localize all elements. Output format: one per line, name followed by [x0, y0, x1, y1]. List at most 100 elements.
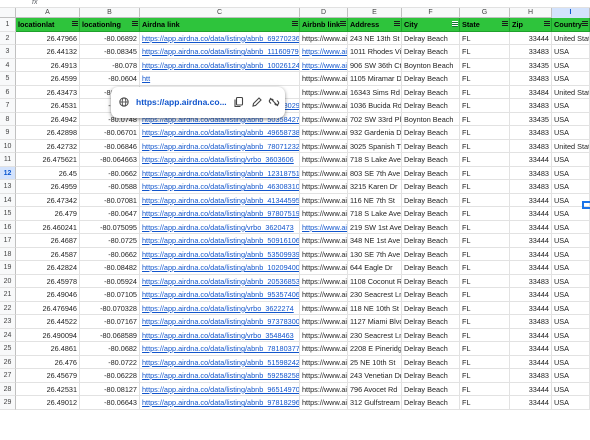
cell-country[interactable]: USA [552, 180, 590, 194]
cell-zip[interactable]: 33435 [510, 58, 552, 72]
row-number[interactable]: 16 [0, 220, 16, 234]
cell-address[interactable]: 718 S Lake Ave [348, 153, 402, 167]
cell-zip[interactable]: 33444 [510, 355, 552, 369]
cell-airdna[interactable]: https://app.airdna.co/data/listing/abnb_… [140, 234, 300, 248]
cell-state[interactable]: FL [460, 247, 510, 261]
cell-lng[interactable]: -80.05924 [80, 274, 140, 288]
cell-state[interactable]: FL [460, 139, 510, 153]
cell-lat[interactable]: 26.4599 [16, 72, 80, 86]
row-number[interactable]: 26 [0, 355, 16, 369]
cell-airbnb[interactable]: https://www.airbn [300, 274, 348, 288]
column-header-g[interactable]: G [460, 8, 510, 18]
cell-address[interactable]: 796 Avocet Rd [348, 382, 402, 396]
cell-zip[interactable]: 33444 [510, 153, 552, 167]
filter-icon[interactable] [394, 21, 400, 27]
formula-bar[interactable]: fx [0, 0, 590, 8]
cell-airbnb[interactable]: https://www.airbn [300, 382, 348, 396]
row-number[interactable]: 12 [0, 166, 16, 180]
cell-airdna[interactable]: htt [140, 72, 300, 86]
cell-airbnb[interactable]: https://www.airbn [300, 139, 348, 153]
row-number[interactable]: 2 [0, 31, 16, 45]
cell-lat[interactable]: 26.476946 [16, 301, 80, 315]
filter-icon[interactable] [292, 21, 298, 27]
cell-lng[interactable]: -80.08482 [80, 261, 140, 275]
spreadsheet-grid[interactable]: ABCDEFGHI 1 locationlat locationlng Airdna … [0, 8, 590, 440]
cell-address[interactable]: 116 NE 7th St [348, 193, 402, 207]
cell-airbnb[interactable]: https://www.airbn [300, 193, 348, 207]
cell-airbnb[interactable]: https://www.airbn [300, 247, 348, 261]
column-header-d[interactable]: D [300, 8, 348, 18]
cell-lat[interactable]: 26.479 [16, 207, 80, 221]
cell-zip[interactable]: 33483 [510, 72, 552, 86]
cell-airdna[interactable]: https://app.airdna.co/data/listing/abnb_… [140, 180, 300, 194]
cell-lat[interactable]: 26.4942 [16, 112, 80, 126]
row-number[interactable]: 1 [0, 18, 16, 32]
header-cell-locationlat[interactable]: locationlat [16, 18, 80, 32]
cell-state[interactable]: FL [460, 180, 510, 194]
header-cell-zip[interactable]: Zip [510, 18, 552, 32]
cell-country[interactable]: USA [552, 153, 590, 167]
cell-state[interactable]: FL [460, 126, 510, 140]
cell-lat[interactable]: 26.4959 [16, 180, 80, 194]
cell-lng[interactable]: -80.070328 [80, 301, 140, 315]
cell-zip[interactable]: 33483 [510, 369, 552, 383]
cell-state[interactable]: FL [460, 288, 510, 302]
cell-zip[interactable]: 33444 [510, 207, 552, 221]
cell-airbnb[interactable]: https://www.airbn [300, 220, 348, 234]
cell-airdna[interactable]: https://app.airdna.co/data/listing/abnb_… [140, 355, 300, 369]
cell-address[interactable]: 702 SW 33rd Pl [348, 112, 402, 126]
cell-city[interactable]: Delray Beach [402, 315, 460, 329]
copy-icon[interactable] [233, 96, 245, 108]
cell-address[interactable]: 230 Seacrest Ln [348, 288, 402, 302]
unlink-icon[interactable] [268, 96, 280, 108]
cell-zip[interactable]: 33483 [510, 315, 552, 329]
cell-lng[interactable]: -80.075095 [80, 220, 140, 234]
cell-zip[interactable]: 33483 [510, 126, 552, 140]
cell-country[interactable]: USA [552, 396, 590, 410]
cell-city[interactable]: Delray Beach [402, 247, 460, 261]
cell-lng[interactable]: -80.078 [80, 58, 140, 72]
cell-zip[interactable]: 33444 [510, 193, 552, 207]
cell-lng[interactable]: -80.0682 [80, 342, 140, 356]
cell-city[interactable]: Delray Beach [402, 153, 460, 167]
cell-address[interactable]: 219 SW 1st Ave [348, 220, 402, 234]
row-number[interactable]: 6 [0, 85, 16, 99]
select-all-corner[interactable] [0, 8, 16, 18]
row-number[interactable]: 27 [0, 369, 16, 383]
cell-zip[interactable]: 33484 [510, 85, 552, 99]
row-number[interactable]: 18 [0, 247, 16, 261]
cell-address[interactable]: 3025 Spanish Trail [348, 139, 402, 153]
cell-country[interactable]: USA [552, 234, 590, 248]
cell-lat[interactable]: 26.45679 [16, 369, 80, 383]
cell-airdna[interactable]: https://app.airdna.co/data/listing/abnb_… [140, 382, 300, 396]
cell-lat[interactable]: 26.475621 [16, 153, 80, 167]
cell-lat[interactable]: 26.4531 [16, 99, 80, 113]
header-cell-airbnb-link[interactable]: Airbnb link [300, 18, 348, 32]
cell-city[interactable]: Delray Beach [402, 99, 460, 113]
cell-airdna[interactable]: https://app.airdna.co/data/listing/abnb_… [140, 274, 300, 288]
cell-airdna[interactable]: https://app.airdna.co/data/listing/abnb_… [140, 139, 300, 153]
cell-city[interactable]: Boynton Beach [402, 58, 460, 72]
cell-airbnb[interactable]: https://www.airbn [300, 396, 348, 410]
cell-airbnb[interactable]: https://www.airbn [300, 85, 348, 99]
cell-airdna[interactable]: https://app.airdna.co/data/listing/abnb_… [140, 166, 300, 180]
cell-city[interactable]: Delray Beach [402, 288, 460, 302]
cell-airdna[interactable]: https://app.airdna.co/data/listing/abnb_… [140, 288, 300, 302]
cell-state[interactable]: FL [460, 31, 510, 45]
cell-airdna[interactable]: https://app.airdna.co/data/listing/vrbo_… [140, 328, 300, 342]
cell-country[interactable]: USA [552, 355, 590, 369]
row-number[interactable]: 28 [0, 382, 16, 396]
cell-state[interactable]: FL [460, 369, 510, 383]
cell-state[interactable]: FL [460, 112, 510, 126]
cell-airbnb[interactable]: https://www.airbn [300, 207, 348, 221]
cell-airdna[interactable]: https://app.airdna.co/data/listing/vrbo_… [140, 153, 300, 167]
row-number[interactable]: 19 [0, 261, 16, 275]
cell-airbnb[interactable]: https://www.airbn [300, 99, 348, 113]
cell-address[interactable]: 25 NE 10th St [348, 355, 402, 369]
cell-airdna[interactable]: https://app.airdna.co/data/listing/abnb_… [140, 369, 300, 383]
cell-airbnb[interactable]: https://www.airbn [300, 261, 348, 275]
row-number[interactable]: 25 [0, 342, 16, 356]
cell-airdna[interactable]: https://app.airdna.co/data/listing/abnb_… [140, 45, 300, 59]
cell-country[interactable]: USA [552, 342, 590, 356]
cell-city[interactable]: Delray Beach [402, 31, 460, 45]
